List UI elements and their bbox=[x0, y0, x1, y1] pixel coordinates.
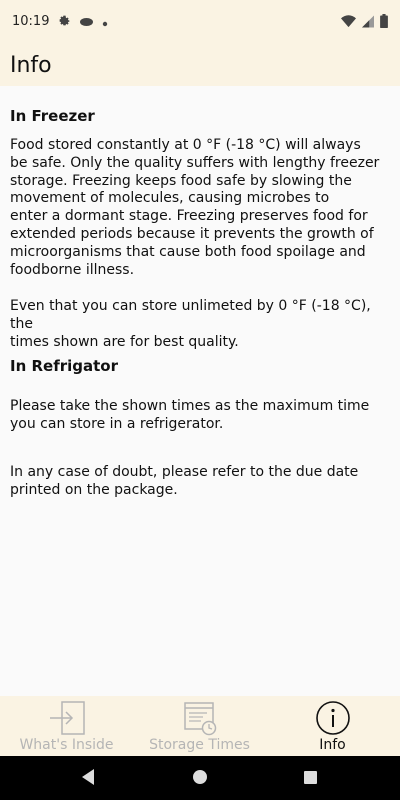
signal-icon bbox=[362, 13, 374, 32]
cloud-icon bbox=[79, 12, 94, 31]
nav-info-label: Info bbox=[319, 737, 346, 753]
info-icon bbox=[315, 700, 351, 740]
system-navigation-bar bbox=[0, 756, 400, 800]
freezer-heading: In Freezer bbox=[10, 107, 95, 125]
status-bar: 10:19 bbox=[0, 0, 400, 44]
recents-icon[interactable] bbox=[303, 768, 318, 790]
status-right-icons bbox=[341, 13, 388, 32]
freezer-paragraph-2: Even that you can store unlimeted by 0 °… bbox=[10, 298, 371, 350]
status-left-icons bbox=[58, 12, 108, 31]
status-time: 10:19 bbox=[12, 14, 50, 29]
info-content[interactable]: In Freezer Food stored constantly at 0 °… bbox=[0, 86, 400, 696]
refrigerator-paragraph-2: In any case of doubt, please refer to th… bbox=[10, 464, 359, 498]
page-title: Info bbox=[10, 53, 52, 78]
refrigerator-heading: In Refrigator bbox=[10, 357, 119, 375]
dot-icon bbox=[102, 12, 108, 31]
battery-icon bbox=[380, 13, 388, 32]
wifi-icon bbox=[341, 13, 356, 32]
back-icon[interactable] bbox=[80, 768, 96, 790]
gear-icon bbox=[58, 12, 71, 31]
nav-storage-times[interactable]: Storage Times bbox=[133, 696, 266, 756]
calendar-clock-icon bbox=[181, 700, 219, 740]
nav-storage-times-label: Storage Times bbox=[149, 737, 250, 753]
freezer-paragraph-1: Food stored constantly at 0 °F (-18 °C) … bbox=[10, 137, 380, 278]
bottom-navigation: What's Inside Storage Times Info bbox=[0, 696, 400, 756]
refrigerator-paragraph-1: Please take the shown times as the maxim… bbox=[10, 398, 370, 432]
nav-whats-inside-label: What's Inside bbox=[19, 737, 114, 753]
nav-whats-inside[interactable]: What's Inside bbox=[0, 696, 133, 756]
nav-info[interactable]: Info bbox=[266, 696, 399, 756]
home-icon[interactable] bbox=[192, 768, 208, 790]
login-icon bbox=[48, 700, 86, 740]
app-bar: Info bbox=[0, 44, 400, 86]
